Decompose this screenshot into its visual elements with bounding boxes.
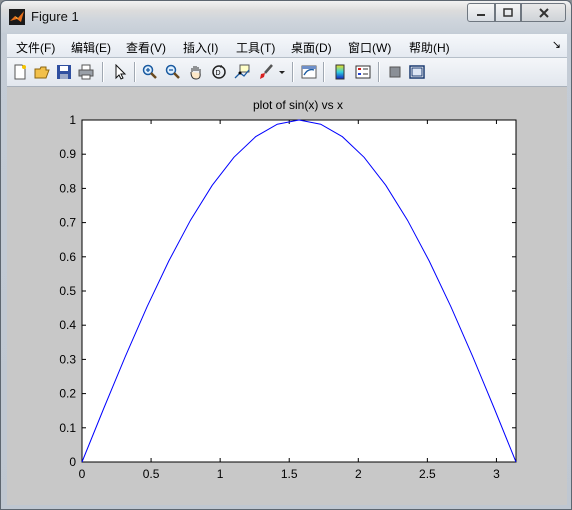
zoom-in-icon[interactable] xyxy=(141,63,159,81)
save-icon[interactable] xyxy=(55,63,73,81)
y-tick-label: 0.4 xyxy=(59,318,76,332)
pan-hand-icon[interactable] xyxy=(187,63,205,81)
legend-icon[interactable] xyxy=(354,63,372,81)
y-tick-label: 0.6 xyxy=(59,250,76,264)
zoom-out-icon[interactable] xyxy=(164,63,182,81)
y-tick-label: 0.3 xyxy=(59,352,76,366)
brush-dropdown-icon[interactable] xyxy=(277,63,287,81)
edit-plot-arrow-icon[interactable] xyxy=(111,63,129,81)
show-plot-tools-icon[interactable] xyxy=(408,63,426,81)
menu-desktop[interactable]: 桌面(D) xyxy=(291,39,332,56)
link-plot-icon[interactable] xyxy=(300,63,318,81)
new-figure-icon[interactable] xyxy=(11,63,29,81)
toolbar-separator xyxy=(323,62,325,82)
x-tick-label: 1 xyxy=(217,467,224,481)
menu-tools[interactable]: 工具(T) xyxy=(236,39,275,56)
y-tick-label: 0.1 xyxy=(59,421,76,435)
y-tick-label: 0.5 xyxy=(59,284,76,298)
y-tick-label: 0 xyxy=(69,455,76,469)
x-tick-label: 0.5 xyxy=(143,467,160,481)
plot-svg: plot of sin(x) vs x 0 0.5 1 1.5 2 2.5 3 0 0.1 0.2… xyxy=(59,98,517,481)
open-file-icon[interactable] xyxy=(33,63,51,81)
figure-canvas[interactable]: plot of sin(x) vs x 0 0.5 1 1.5 2 2.5 3 0 0.1 0.2… xyxy=(7,87,567,505)
axes-background[interactable] xyxy=(81,119,517,463)
x-tick-label: 1.5 xyxy=(281,467,298,481)
menu-help[interactable]: 帮助(H) xyxy=(409,39,450,56)
print-icon[interactable] xyxy=(77,63,95,81)
maximize-button[interactable] xyxy=(495,3,521,22)
toolbar-separator xyxy=(292,62,294,82)
colorbar-icon[interactable] xyxy=(331,63,349,81)
x-tick-label: 0 xyxy=(79,467,86,481)
data-cursor-icon[interactable] xyxy=(233,63,251,81)
minimize-icon xyxy=(477,13,485,16)
brush-icon[interactable] xyxy=(257,63,275,81)
menu-file[interactable]: 文件(F) xyxy=(16,39,55,56)
y-tick-label: 0.7 xyxy=(59,216,76,230)
close-button[interactable] xyxy=(521,3,566,22)
menu-edit[interactable]: 编辑(E) xyxy=(71,39,111,56)
x-tick-label: 3 xyxy=(493,467,500,481)
toolbar-separator xyxy=(134,62,136,82)
menu-view[interactable]: 查看(V) xyxy=(126,39,166,56)
hide-plot-tools-icon[interactable] xyxy=(386,63,404,81)
y-tick-label: 0.2 xyxy=(59,387,76,401)
y-tick-label: 0.8 xyxy=(59,181,76,195)
dock-arrow-icon[interactable]: ↘ xyxy=(552,38,561,51)
x-tick-label: 2.5 xyxy=(419,467,436,481)
rotate-3d-icon[interactable]: D xyxy=(210,63,228,81)
maximize-icon xyxy=(503,7,513,17)
title-bar[interactable]: Figure 1 xyxy=(1,1,571,33)
menu-insert[interactable]: 插入(I) xyxy=(183,39,218,56)
figure-toolbar: D xyxy=(7,58,567,87)
svg-text:D: D xyxy=(216,70,221,77)
close-icon xyxy=(538,7,549,18)
y-tick-label: 1 xyxy=(69,113,76,127)
figure-window: Figure 1 文件(F) 编辑(E) 查看(V) 插入(I) 工具(T) 桌… xyxy=(0,0,572,510)
menu-bar: 文件(F) 编辑(E) 查看(V) 插入(I) 工具(T) 桌面(D) 窗口(W… xyxy=(7,34,567,58)
matlab-logo-icon xyxy=(9,9,25,25)
window-title: Figure 1 xyxy=(31,9,79,24)
x-tick-label: 2 xyxy=(355,467,362,481)
minimize-button[interactable] xyxy=(467,3,495,22)
plot-title: plot of sin(x) vs x xyxy=(253,98,343,112)
menu-window[interactable]: 窗口(W) xyxy=(348,39,391,56)
toolbar-separator xyxy=(102,62,104,82)
toolbar-separator xyxy=(378,62,380,82)
y-tick-label: 0.9 xyxy=(59,147,76,161)
